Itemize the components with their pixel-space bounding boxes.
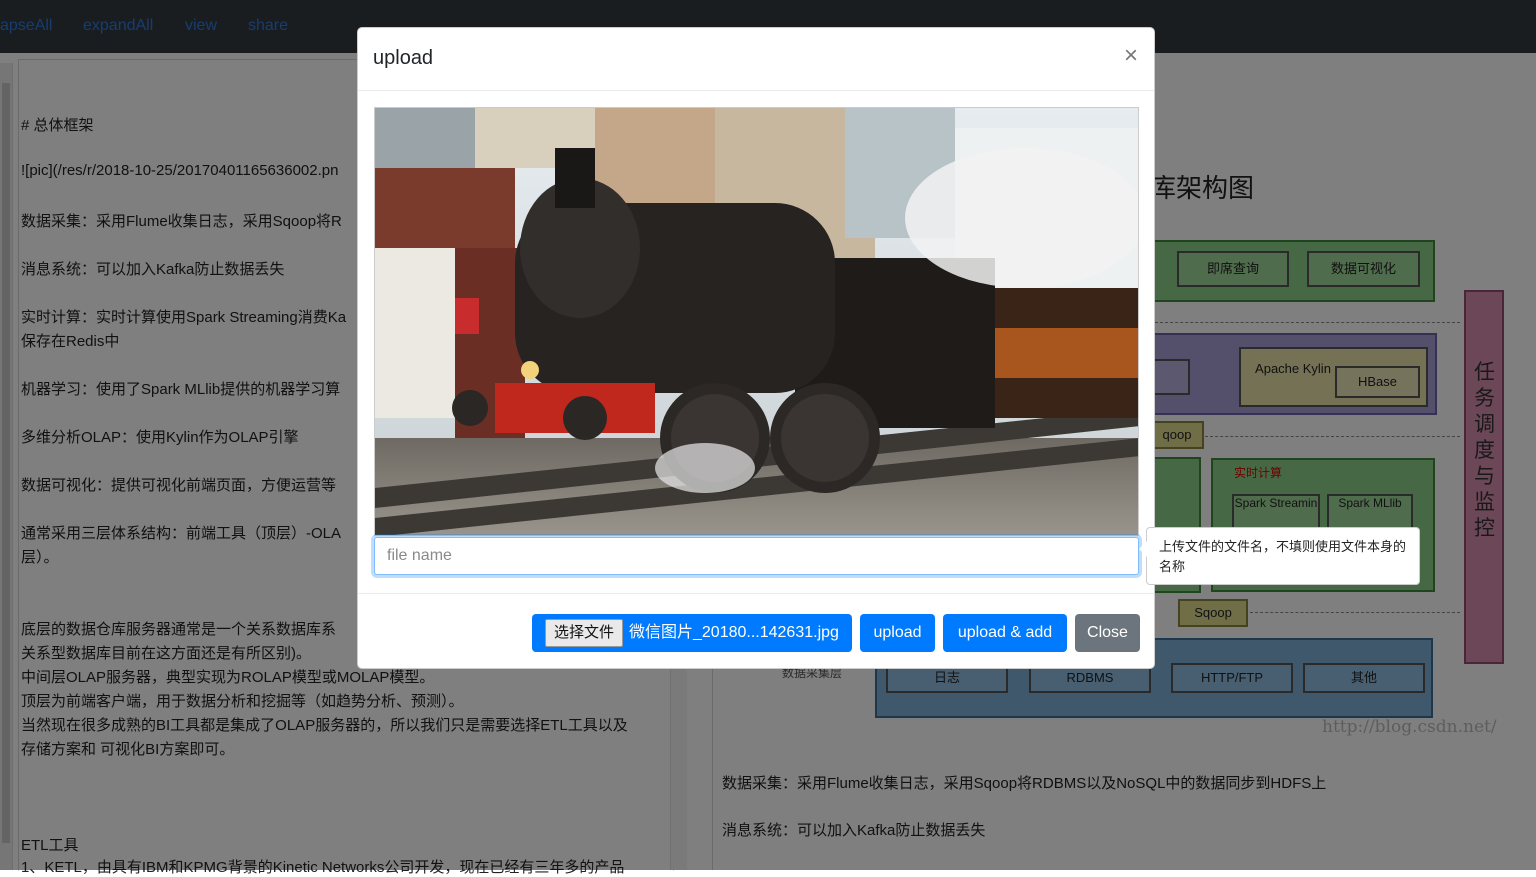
filename-input[interactable] — [374, 537, 1139, 575]
upload-add-button[interactable]: upload & add — [943, 614, 1067, 652]
image-preview — [374, 107, 1139, 536]
modal-title: upload — [373, 47, 434, 69]
upload-modal: upload × file name 选择文件 微信图片_20180...142… — [357, 27, 1155, 669]
close-button[interactable]: Close — [1075, 614, 1140, 652]
chosen-file-name: 微信图片_20180...142631.jpg — [629, 624, 839, 641]
modal-header: upload × — [358, 28, 1154, 91]
locomotive-image — [375, 108, 1138, 535]
tooltip-arrow — [1139, 541, 1147, 557]
modal-footer: 选择文件 微信图片_20180...142631.jpg upload uplo… — [358, 593, 1154, 670]
upload-button[interactable]: upload — [860, 614, 935, 652]
filename-tooltip: 上传文件的文件名，不填则使用文件本身的名称 — [1139, 527, 1420, 585]
choose-file-button[interactable]: 选择文件 — [545, 619, 623, 647]
file-picker[interactable]: 选择文件 微信图片_20180...142631.jpg — [532, 614, 852, 652]
tooltip-text: 上传文件的文件名，不填则使用文件本身的名称 — [1159, 539, 1407, 574]
close-icon[interactable]: × — [1124, 44, 1138, 68]
